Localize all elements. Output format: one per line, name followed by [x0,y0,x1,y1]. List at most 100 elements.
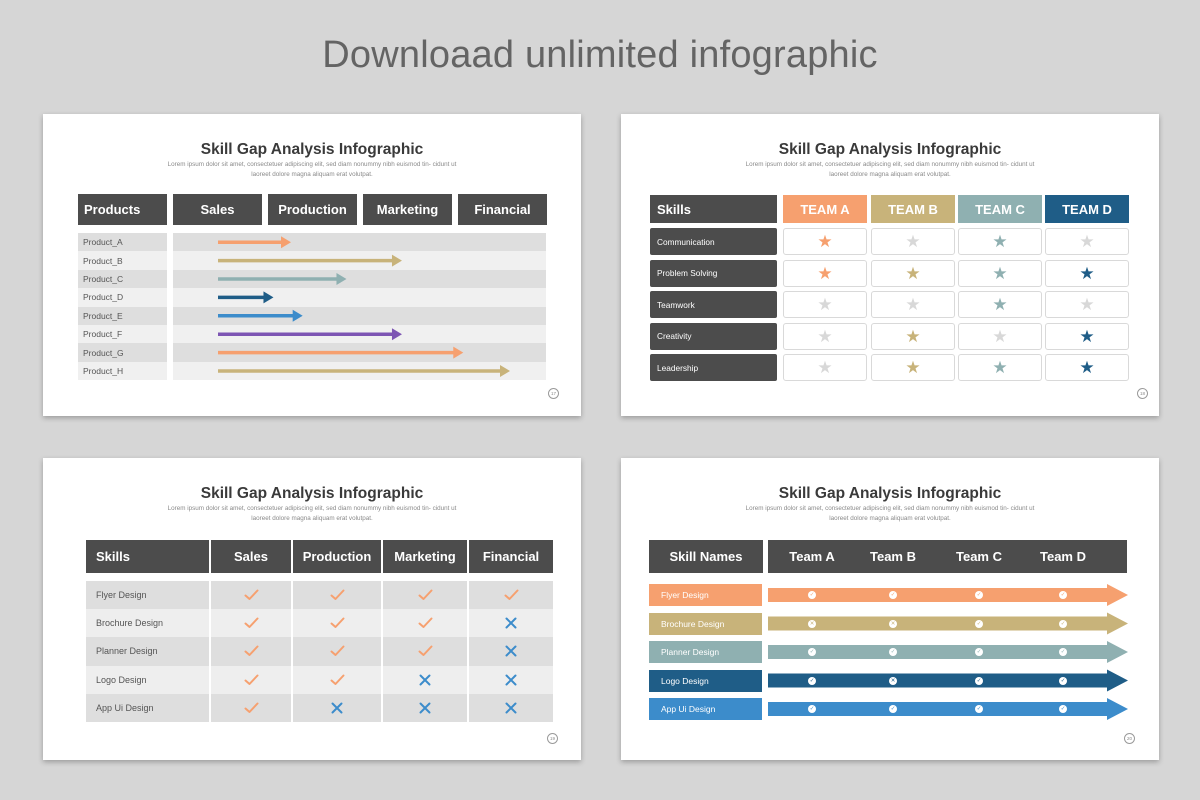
star-icon: ★ [1079,295,1095,315]
product-arrow-head [391,328,402,341]
column-divider [291,540,293,722]
skill-label: Problem Solving [650,259,777,287]
star-icon: ★ [1079,263,1095,283]
star-icon: ★ [905,263,921,283]
check-dot-icon: ✓ [889,648,897,656]
product-arrow-head [453,346,464,359]
product-arrow-head [336,273,347,285]
check-dot-icon: ✓ [975,591,983,599]
check-icon [327,617,347,633]
check-icon [327,589,347,605]
check-dot-icon: ✓ [1059,648,1067,656]
skill-arrow-head [1107,698,1128,720]
check-icon [327,674,347,690]
star-cell: ★ [1045,322,1129,350]
slide-team-stars[interactable]: Skill Gap Analysis Infographic Lorem ips… [621,114,1159,416]
check-dot-icon: ✓ [889,591,897,599]
star-cell: ★ [1045,259,1129,287]
check-icon [327,645,347,661]
star-icon: ★ [817,358,833,378]
skill-arrow-head [1107,641,1128,663]
check-dot-icon: ✓ [1059,619,1067,628]
cross-icon [501,645,521,661]
cross-dot-icon: ✕ [889,676,897,685]
check-dot-icon: ✓ [808,648,816,656]
check-dot-icon: ✓ [889,705,897,713]
star-icon: ★ [992,358,1008,378]
page-number: 18 [1137,388,1148,399]
slide-skills-checklist[interactable]: Skill Gap Analysis Infographic Lorem ips… [43,458,581,760]
star-cell: ★ [958,228,1042,255]
star-cell: ★ [1045,228,1129,255]
check-icon [415,645,435,661]
table-row [86,693,553,722]
team-header-4: TEAM D [1045,195,1129,223]
star-cell: ★ [783,291,867,319]
slide-products-chart[interactable]: Skill Gap Analysis Infographic Lorem ips… [43,114,581,416]
skills-header: Skills [650,195,777,223]
skill-label: Creativity [650,322,777,350]
check-dot-icon: ✓ [1059,591,1067,599]
cross-dot-icon: ✕ [808,619,816,628]
skill-arrow-shaft [768,673,1108,688]
check-icon [241,617,261,633]
cross-dot-icon: ✕ [889,619,897,628]
team-header-3: TEAM C [958,195,1042,223]
star-cell: ★ [871,228,955,255]
product-arrow-head [391,254,402,267]
column-header-sales: Sales [211,540,291,573]
skill-arrow-head [1107,612,1128,635]
star-icon: ★ [992,263,1008,283]
star-cell: ★ [958,291,1042,319]
skill-arrow-rows [768,584,1128,720]
slide-subtitle: Lorem ipsum dolor sit amet, consectetuer… [745,161,1035,178]
skill-arrow-shaft [768,702,1108,716]
star-cell: ★ [783,322,867,350]
cross-icon [501,617,521,633]
star-cell: ★ [1045,291,1129,319]
star-icon: ★ [992,232,1008,251]
column-header-skills: Skills [86,540,209,573]
skill-arrow-head [1107,669,1128,692]
star-icon: ★ [905,232,921,251]
cross-icon [501,702,521,718]
star-icon: ★ [1079,326,1095,346]
star-icon: ★ [905,295,921,315]
skill-label: Leadership [650,354,777,382]
skill-arrow-shaft [768,616,1108,631]
star-icon: ★ [817,232,833,251]
product-arrow-head [281,236,291,249]
star-icon: ★ [817,295,833,315]
column-divider [381,540,383,722]
skill-arrow-shaft [768,588,1108,602]
star-cell: ★ [783,228,867,255]
star-cell: ★ [958,322,1042,350]
skill-label: Planner Design [96,646,158,657]
page-headline: Downloaad unlimited infographic [322,34,878,76]
star-cell: ★ [1045,354,1129,382]
star-icon: ★ [992,326,1008,346]
column-header-financial: Financial [469,540,553,573]
slide-skill-arrows[interactable]: Skill Gap Analysis Infographic Lorem ips… [621,458,1159,760]
check-dot-icon: ✓ [808,591,816,599]
product-arrow-chart [218,236,510,377]
skill-label: App Ui Design [96,702,154,713]
page-number: 19 [547,733,558,744]
skill-label: Brochure Design [96,618,164,629]
star-icon: ★ [1079,358,1095,378]
star-cell: ★ [783,354,867,382]
check-dot-icon: ✓ [975,676,983,685]
product-arrow-head [292,309,303,322]
check-dot-icon: ✓ [1059,705,1067,713]
check-icon [241,589,261,605]
slide-title: Skill Gap Analysis Infographic [778,141,1002,158]
skill-arrow-shaft [768,645,1108,659]
check-dot-icon: ✓ [975,648,983,656]
cross-icon [415,674,435,690]
check-icon [415,617,435,633]
star-cell: ★ [871,322,955,350]
star-icon: ★ [905,326,921,346]
star-icon: ★ [905,358,921,378]
check-dot-icon: ✓ [975,619,983,628]
star-cell: ★ [871,354,955,382]
